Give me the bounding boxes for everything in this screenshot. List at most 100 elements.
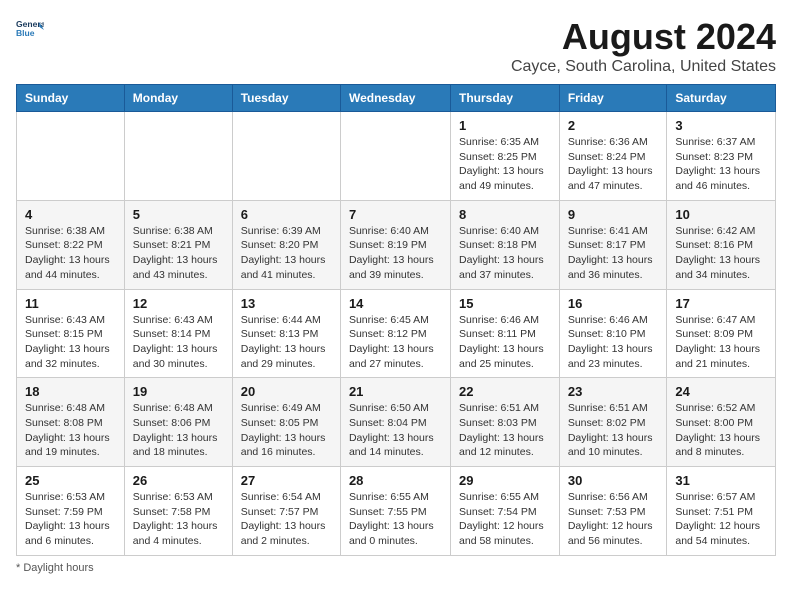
day-number: 12: [133, 296, 224, 311]
calendar-table: SundayMondayTuesdayWednesdayThursdayFrid…: [16, 84, 776, 556]
calendar-day-cell: [17, 112, 125, 201]
day-info: Sunrise: 6:53 AM Sunset: 7:58 PM Dayligh…: [133, 490, 224, 549]
weekday-header-wednesday: Wednesday: [340, 85, 450, 112]
calendar-day-cell: 7 Sunrise: 6:40 AM Sunset: 8:19 PM Daylig…: [340, 200, 450, 289]
logo: General Blue: [16, 16, 44, 44]
logo-icon: General Blue: [16, 16, 44, 44]
weekday-header-monday: Monday: [124, 85, 232, 112]
day-number: 31: [675, 473, 767, 488]
weekday-header-friday: Friday: [559, 85, 667, 112]
calendar-day-cell: 9Sunrise: 6:41 AM Sunset: 8:17 PM Daylig…: [559, 200, 667, 289]
day-info: Sunrise: 6:52 AM Sunset: 8:00 PM Dayligh…: [675, 401, 767, 460]
calendar-day-cell: 4 Sunrise: 6:38 AM Sunset: 8:22 PM Daylig…: [17, 200, 125, 289]
calendar-day-cell: 21Sunrise: 6:50 AM Sunset: 8:04 PM Dayli…: [340, 378, 450, 467]
calendar-day-cell: 23 Sunrise: 6:51 AM Sunset: 8:02 PM Dayli…: [559, 378, 667, 467]
day-number: 24: [675, 384, 767, 399]
day-info: Sunrise: 6:55 AM Sunset: 7:54 PM Dayligh…: [459, 490, 551, 549]
calendar-day-cell: [232, 112, 340, 201]
day-number: 7: [349, 207, 442, 222]
day-number: 26: [133, 473, 224, 488]
weekday-header-row: SundayMondayTuesdayWednesdayThursdayFrid…: [17, 85, 776, 112]
svg-text:Blue: Blue: [16, 28, 35, 38]
day-number: 2: [568, 118, 659, 133]
calendar-day-cell: 10Sunrise: 6:42 AM Sunset: 8:16 PM Dayli…: [667, 200, 776, 289]
calendar-day-cell: 16 Sunrise: 6:46 AM Sunset: 8:10 PM Dayli…: [559, 289, 667, 378]
day-number: 22: [459, 384, 551, 399]
day-info: Sunrise: 6:51 AM Sunset: 8:03 PM Dayligh…: [459, 401, 551, 460]
title-area: August 2024 Cayce, South Carolina, Unite…: [511, 16, 776, 76]
day-info: Sunrise: 6:43 AM Sunset: 8:14 PM Dayligh…: [133, 313, 224, 372]
day-number: 30: [568, 473, 659, 488]
day-info: Sunrise: 6:39 AM Sunset: 8:20 PM Dayligh…: [241, 224, 332, 283]
day-info: Sunrise: 6:48 AM Sunset: 8:08 PM Dayligh…: [25, 401, 116, 460]
day-number: 6: [241, 207, 332, 222]
calendar-day-cell: 30Sunrise: 6:56 AM Sunset: 7:53 PM Dayli…: [559, 467, 667, 556]
day-number: 14: [349, 296, 442, 311]
calendar-day-cell: 22 Sunrise: 6:51 AM Sunset: 8:03 PM Dayli…: [451, 378, 560, 467]
day-info: Sunrise: 6:46 AM Sunset: 8:11 PM Dayligh…: [459, 313, 551, 372]
day-number: 4: [25, 207, 116, 222]
weekday-header-tuesday: Tuesday: [232, 85, 340, 112]
calendar-day-cell: 29Sunrise: 6:55 AM Sunset: 7:54 PM Dayli…: [451, 467, 560, 556]
day-info: Sunrise: 6:42 AM Sunset: 8:16 PM Dayligh…: [675, 224, 767, 283]
weekday-header-sunday: Sunday: [17, 85, 125, 112]
footer-note: * Daylight hours: [16, 562, 776, 574]
day-info: Sunrise: 6:40 AM Sunset: 8:18 PM Dayligh…: [459, 224, 551, 283]
calendar-day-cell: 2Sunrise: 6:36 AM Sunset: 8:24 PM Daylig…: [559, 112, 667, 201]
day-number: 5: [133, 207, 224, 222]
calendar-day-cell: 25Sunrise: 6:53 AM Sunset: 7:59 PM Dayli…: [17, 467, 125, 556]
day-number: 18: [25, 384, 116, 399]
calendar-day-cell: 18 Sunrise: 6:48 AM Sunset: 8:08 PM Dayli…: [17, 378, 125, 467]
day-number: 11: [25, 296, 116, 311]
day-info: Sunrise: 6:48 AM Sunset: 8:06 PM Dayligh…: [133, 401, 224, 460]
calendar-day-cell: 14Sunrise: 6:45 AM Sunset: 8:12 PM Dayli…: [340, 289, 450, 378]
day-info: Sunrise: 6:38 AM Sunset: 8:21 PM Dayligh…: [133, 224, 224, 283]
weekday-header-saturday: Saturday: [667, 85, 776, 112]
day-info: Sunrise: 6:35 AM Sunset: 8:25 PM Dayligh…: [459, 135, 551, 194]
day-info: Sunrise: 6:55 AM Sunset: 7:55 PM Dayligh…: [349, 490, 442, 549]
calendar-day-cell: 5 Sunrise: 6:38 AM Sunset: 8:21 PM Daylig…: [124, 200, 232, 289]
day-number: 8: [459, 207, 551, 222]
calendar-week-row: 18 Sunrise: 6:48 AM Sunset: 8:08 PM Dayli…: [17, 378, 776, 467]
calendar-day-cell: 31 Sunrise: 6:57 AM Sunset: 7:51 PM Dayli…: [667, 467, 776, 556]
calendar-day-cell: 26 Sunrise: 6:53 AM Sunset: 7:58 PM Dayli…: [124, 467, 232, 556]
day-info: Sunrise: 6:51 AM Sunset: 8:02 PM Dayligh…: [568, 401, 659, 460]
calendar-day-cell: 1 Sunrise: 6:35 AM Sunset: 8:25 PM Daylig…: [451, 112, 560, 201]
day-number: 16: [568, 296, 659, 311]
day-info: Sunrise: 6:40 AM Sunset: 8:19 PM Dayligh…: [349, 224, 442, 283]
day-info: Sunrise: 6:53 AM Sunset: 7:59 PM Dayligh…: [25, 490, 116, 549]
calendar-week-row: 1 Sunrise: 6:35 AM Sunset: 8:25 PM Daylig…: [17, 112, 776, 201]
day-number: 28: [349, 473, 442, 488]
day-number: 27: [241, 473, 332, 488]
day-info: Sunrise: 6:41 AM Sunset: 8:17 PM Dayligh…: [568, 224, 659, 283]
day-number: 23: [568, 384, 659, 399]
calendar-week-row: 25Sunrise: 6:53 AM Sunset: 7:59 PM Dayli…: [17, 467, 776, 556]
calendar-day-cell: 8 Sunrise: 6:40 AM Sunset: 8:18 PM Daylig…: [451, 200, 560, 289]
weekday-header-thursday: Thursday: [451, 85, 560, 112]
calendar-day-cell: [124, 112, 232, 201]
day-number: 21: [349, 384, 442, 399]
calendar-day-cell: 20Sunrise: 6:49 AM Sunset: 8:05 PM Dayli…: [232, 378, 340, 467]
calendar-week-row: 11Sunrise: 6:43 AM Sunset: 8:15 PM Dayli…: [17, 289, 776, 378]
calendar-day-cell: 28 Sunrise: 6:55 AM Sunset: 7:55 PM Dayli…: [340, 467, 450, 556]
calendar-day-cell: 27 Sunrise: 6:54 AM Sunset: 7:57 PM Dayli…: [232, 467, 340, 556]
calendar-day-cell: 19 Sunrise: 6:48 AM Sunset: 8:06 PM Dayli…: [124, 378, 232, 467]
day-number: 3: [675, 118, 767, 133]
day-info: Sunrise: 6:38 AM Sunset: 8:22 PM Dayligh…: [25, 224, 116, 283]
day-info: Sunrise: 6:54 AM Sunset: 7:57 PM Dayligh…: [241, 490, 332, 549]
footer-daylight-label: Daylight hours: [23, 562, 93, 574]
day-number: 1: [459, 118, 551, 133]
month-year-title: August 2024: [511, 16, 776, 58]
calendar-day-cell: 13Sunrise: 6:44 AM Sunset: 8:13 PM Dayli…: [232, 289, 340, 378]
day-info: Sunrise: 6:46 AM Sunset: 8:10 PM Dayligh…: [568, 313, 659, 372]
calendar-day-cell: 17 Sunrise: 6:47 AM Sunset: 8:09 PM Dayli…: [667, 289, 776, 378]
day-number: 17: [675, 296, 767, 311]
day-number: 19: [133, 384, 224, 399]
day-number: 20: [241, 384, 332, 399]
calendar-day-cell: 15Sunrise: 6:46 AM Sunset: 8:11 PM Dayli…: [451, 289, 560, 378]
day-info: Sunrise: 6:37 AM Sunset: 8:23 PM Dayligh…: [675, 135, 767, 194]
day-info: Sunrise: 6:47 AM Sunset: 8:09 PM Dayligh…: [675, 313, 767, 372]
calendar-day-cell: 11Sunrise: 6:43 AM Sunset: 8:15 PM Dayli…: [17, 289, 125, 378]
day-info: Sunrise: 6:57 AM Sunset: 7:51 PM Dayligh…: [675, 490, 767, 549]
location-subtitle: Cayce, South Carolina, United States: [511, 58, 776, 76]
